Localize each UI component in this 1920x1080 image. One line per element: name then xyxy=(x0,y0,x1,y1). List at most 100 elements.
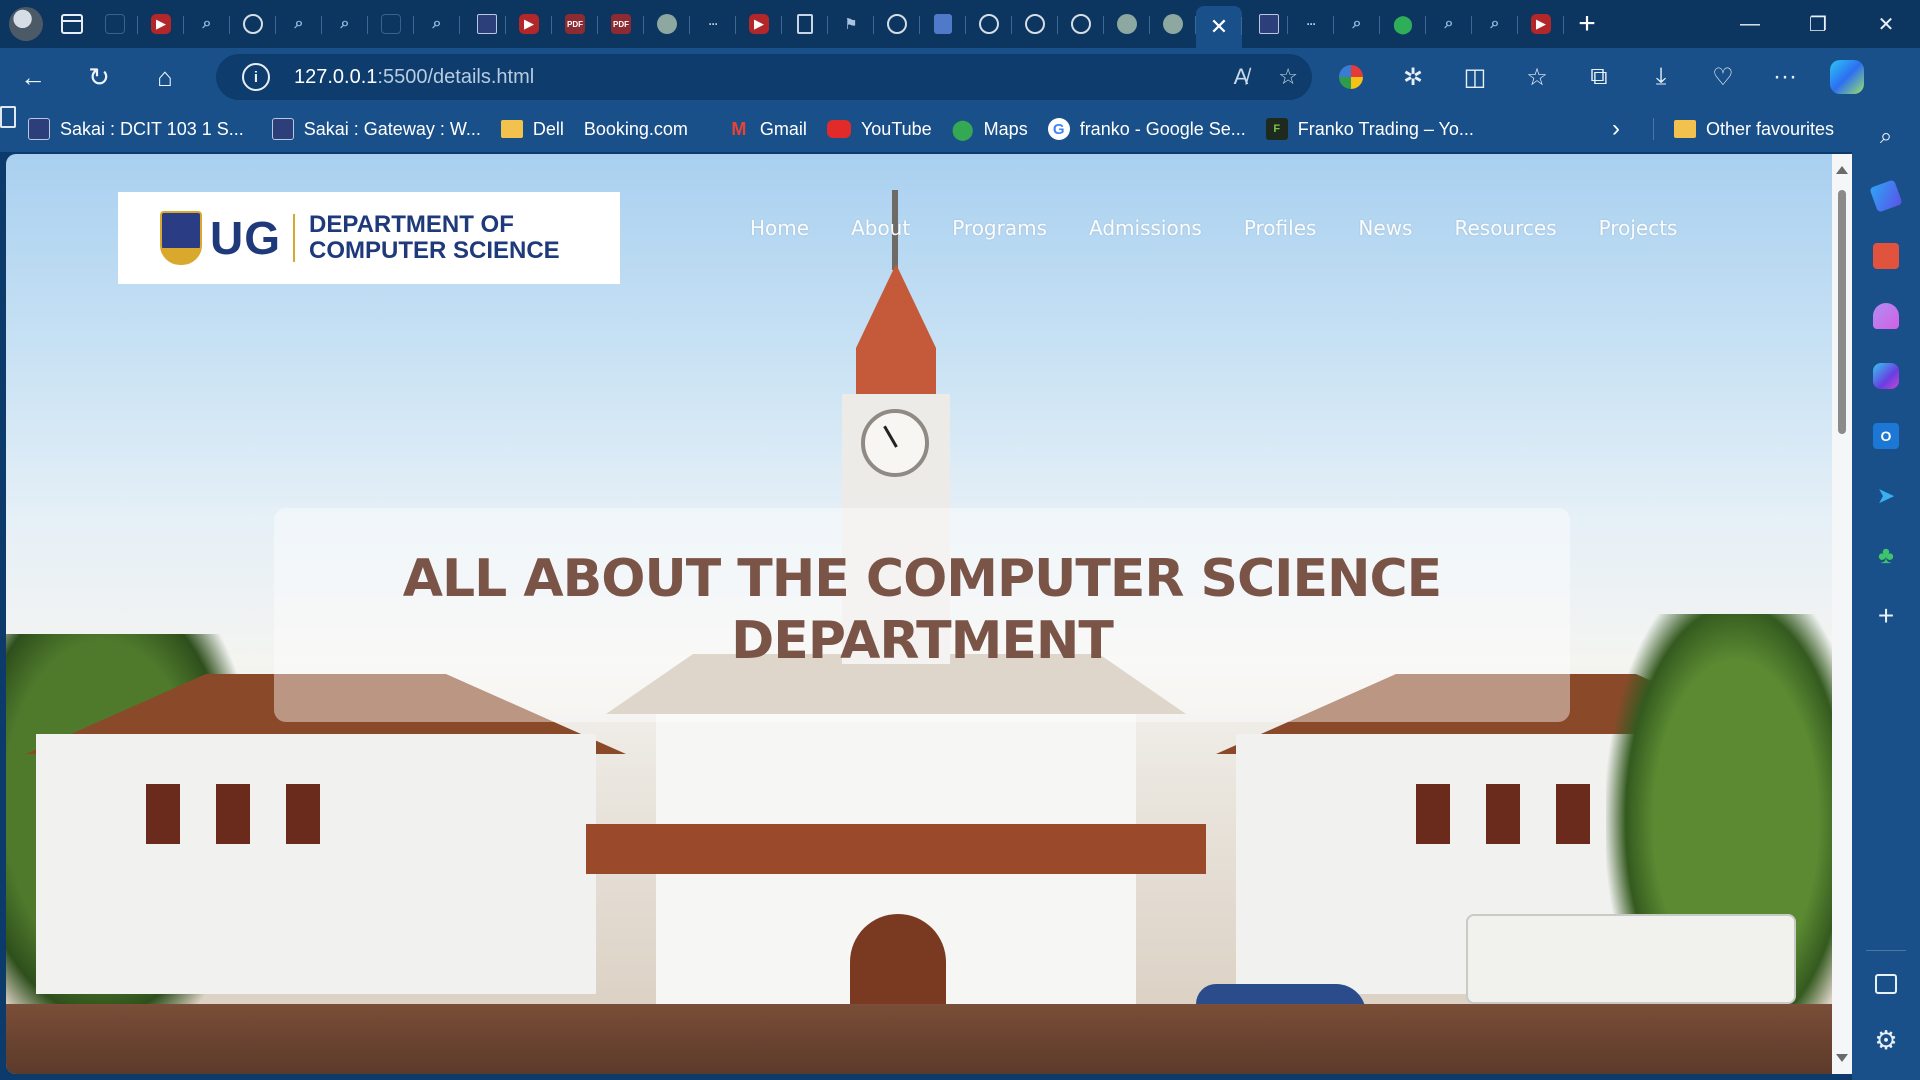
url-text[interactable]: 127.0.0.1:5500/details.html xyxy=(294,66,534,89)
browser-tab[interactable]: ⌕ xyxy=(1426,5,1472,43)
back-button[interactable]: ← xyxy=(0,48,66,106)
browser-tab[interactable] xyxy=(920,5,966,43)
more-menu-button[interactable]: ··· xyxy=(1754,48,1816,106)
sidebar-add-button[interactable]: + xyxy=(1852,592,1920,640)
page-scrollbar[interactable] xyxy=(1832,154,1852,1074)
favorite-star-icon[interactable]: ☆ xyxy=(1278,64,1298,90)
favorite-label: Sakai : Gateway : W... xyxy=(303,118,481,139)
browser-tab[interactable]: ▶ xyxy=(1518,5,1564,43)
browser-tab[interactable]: ⌕ xyxy=(322,5,368,43)
site-logo[interactable]: UG DEPARTMENT OF COMPUTER SCIENCE xyxy=(118,192,620,284)
browser-tab[interactable]: ⌕ xyxy=(1472,5,1518,43)
nav-resources[interactable]: Resources xyxy=(1454,216,1556,240)
address-bar[interactable]: i 127.0.0.1:5500/details.html A̸ ☆ xyxy=(216,54,1312,100)
nav-home[interactable]: Home xyxy=(750,216,809,240)
collections-button[interactable]: ⧉ xyxy=(1568,48,1630,106)
browser-tab[interactable]: ⌕ xyxy=(414,5,460,43)
puzzle-icon: ✲ xyxy=(1402,63,1424,91)
browser-tab[interactable] xyxy=(1104,5,1150,43)
favorite-item[interactable] xyxy=(0,106,718,152)
close-icon[interactable]: ✕ xyxy=(1209,14,1229,39)
scrollbar-thumb[interactable] xyxy=(1838,190,1846,434)
refresh-button[interactable]: ↻ xyxy=(66,48,132,106)
browser-tab[interactable]: PDF xyxy=(598,5,644,43)
browser-tab[interactable]: ··· xyxy=(690,5,736,43)
browser-tab[interactable] xyxy=(874,5,920,43)
nav-programs[interactable]: Programs xyxy=(952,216,1047,240)
browser-tab[interactable] xyxy=(1242,5,1288,43)
browser-tab[interactable] xyxy=(644,5,690,43)
other-favourites-folder[interactable]: Other favourites xyxy=(1664,106,1844,152)
new-tab-button[interactable]: + xyxy=(1564,0,1610,48)
sidebar-tree-button[interactable]: ♣ xyxy=(1852,532,1920,580)
sidebar-settings-button[interactable]: ⚙ xyxy=(1852,1016,1920,1064)
browser-tab[interactable] xyxy=(1012,5,1058,43)
browser-tab[interactable] xyxy=(1150,5,1196,43)
minimize-button[interactable]: — xyxy=(1716,0,1784,48)
favorite-item[interactable]: Dell xyxy=(491,106,574,152)
copilot-button[interactable] xyxy=(1816,48,1878,106)
favorites-overflow-chevron-icon[interactable]: › xyxy=(1612,106,1620,152)
browser-tab[interactable]: ⌕ xyxy=(1334,5,1380,43)
maps-icon: ⬤ xyxy=(1392,13,1414,34)
downloads-button[interactable]: ⤓ xyxy=(1630,48,1692,106)
split-screen-button[interactable]: ◫ xyxy=(1444,48,1506,106)
restore-button[interactable]: ❐ xyxy=(1784,0,1852,48)
favorite-label: franko - Google Se... xyxy=(1079,118,1246,139)
active-tab[interactable]: ✕ xyxy=(1196,6,1242,48)
sidebar-m365-button[interactable] xyxy=(1852,352,1920,400)
browser-tab[interactable]: ··· xyxy=(1288,5,1334,43)
pdf-icon: PDF xyxy=(611,14,631,34)
browser-tab[interactable] xyxy=(230,5,276,43)
nav-about[interactable]: About xyxy=(851,216,910,240)
sidebar-drop-button[interactable]: ➤ xyxy=(1852,472,1920,520)
browser-tab[interactable]: PDF xyxy=(552,5,598,43)
scroll-down-arrow-icon[interactable] xyxy=(1836,1054,1848,1062)
sidebar-search-button[interactable]: ⌕ xyxy=(1852,112,1920,160)
favorites-button[interactable]: ☆ xyxy=(1506,48,1568,106)
nav-admissions[interactable]: Admissions xyxy=(1089,216,1202,240)
favorite-item[interactable]: Booking.com xyxy=(0,106,698,152)
browser-tab[interactable] xyxy=(460,5,506,43)
tab-actions-button[interactable] xyxy=(52,0,92,48)
sidebar-outlook-button[interactable]: O xyxy=(1852,412,1920,460)
nav-profiles[interactable]: Profiles xyxy=(1244,216,1317,240)
home-button[interactable]: ⌂ xyxy=(132,48,198,106)
browser-tab[interactable]: ⌕ xyxy=(184,5,230,43)
browser-tab[interactable] xyxy=(368,5,414,43)
nav-projects[interactable]: Projects xyxy=(1599,216,1678,240)
site-info-icon[interactable]: i xyxy=(242,63,270,91)
browser-tab[interactable]: ▶ xyxy=(506,5,552,43)
read-aloud-icon[interactable]: A̸ xyxy=(1234,64,1249,90)
extension-button[interactable] xyxy=(1320,48,1382,106)
sidebar-panel-icon xyxy=(1875,974,1897,994)
profile-avatar[interactable] xyxy=(0,0,52,48)
sidebar-hide-button[interactable] xyxy=(1852,960,1920,1008)
extensions-button[interactable]: ✲ xyxy=(1382,48,1444,106)
youtube-icon: ▶ xyxy=(1531,14,1551,34)
close-window-button[interactable]: ✕ xyxy=(1852,0,1920,48)
favorite-item[interactable]: ⬤ Maps xyxy=(942,106,1038,152)
browser-tab[interactable] xyxy=(966,5,1012,43)
browser-tab[interactable] xyxy=(782,5,828,43)
browser-tab[interactable] xyxy=(1058,5,1104,43)
search-icon: ⌕ xyxy=(1444,15,1454,32)
favorite-item[interactable]: Sakai : Gateway : W... xyxy=(254,106,491,152)
browser-tab[interactable]: ⌕ xyxy=(276,5,322,43)
sidebar-shopping-button[interactable] xyxy=(1852,172,1920,220)
browser-tab[interactable]: ▶ xyxy=(736,5,782,43)
favorite-item[interactable]: Sakai : DCIT 103 1 S... xyxy=(10,106,254,152)
scroll-up-arrow-icon[interactable] xyxy=(1836,166,1848,174)
nav-news[interactable]: News xyxy=(1358,216,1412,240)
favorite-item[interactable]: F Franko Trading – Yo... xyxy=(1256,106,1484,152)
favorite-item[interactable]: M Gmail xyxy=(718,106,817,152)
browser-tab[interactable]: ⬤ xyxy=(1380,5,1426,43)
browser-tab[interactable]: ▶ xyxy=(138,5,184,43)
sidebar-tools-button[interactable] xyxy=(1852,232,1920,280)
sidebar-games-button[interactable] xyxy=(1852,292,1920,340)
browser-tab[interactable] xyxy=(92,5,138,43)
browser-essentials-button[interactable]: ♡ xyxy=(1692,48,1754,106)
favorite-item[interactable]: Gfranko - Google Se... xyxy=(1038,106,1256,152)
browser-tab[interactable]: ⚑ xyxy=(828,5,874,43)
favorite-item[interactable]: YouTube xyxy=(817,106,942,152)
